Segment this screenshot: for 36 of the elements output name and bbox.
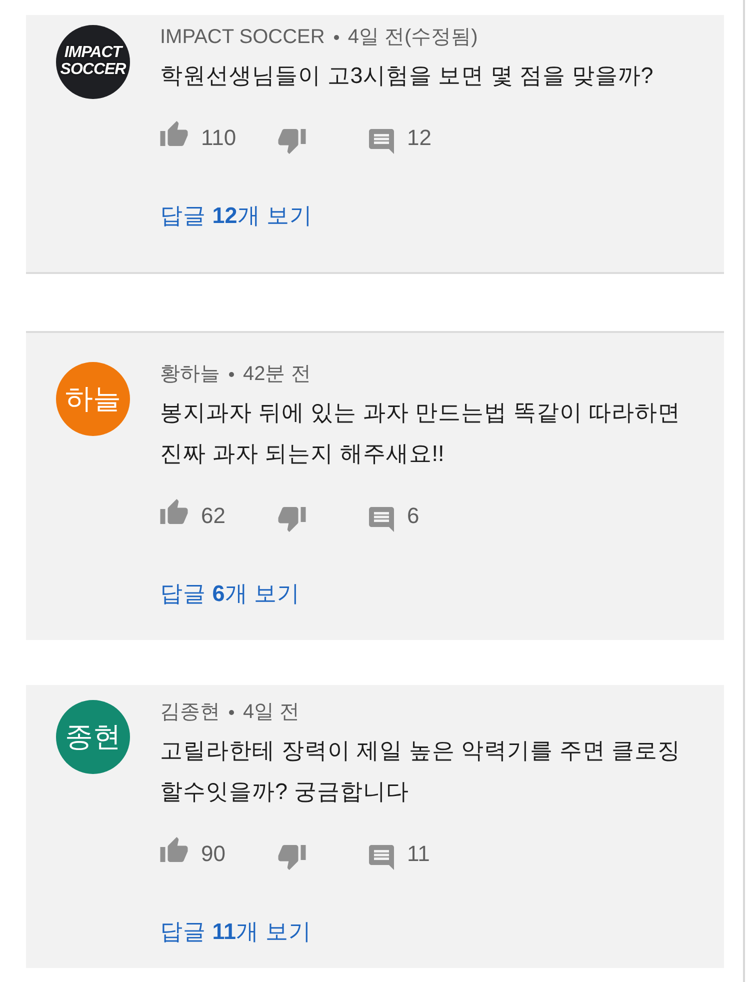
reply-button[interactable]: 11 — [369, 837, 430, 870]
bullet-icon — [229, 710, 234, 714]
comment-icon — [369, 844, 394, 870]
comment-text: 학원선생님들이 고3시험을 보면 몇 점을 맞을까? — [160, 62, 654, 90]
comment-time: 4일 전 — [243, 700, 300, 724]
thumbs-up-icon — [160, 837, 188, 862]
comment-icon — [369, 506, 394, 532]
reply-button[interactable]: 12 — [369, 121, 432, 154]
thumbs-down-icon — [278, 129, 306, 154]
reply-button[interactable]: 6 — [369, 499, 420, 532]
comment-icon — [369, 128, 394, 154]
like-button[interactable]: 110 — [160, 121, 236, 154]
dislike-button[interactable] — [278, 129, 306, 154]
dislike-button[interactable] — [278, 845, 306, 870]
thumbs-up-icon — [160, 121, 188, 146]
author-name: 김종현 — [160, 700, 220, 724]
author-name: IMPACT SOCCER — [160, 25, 325, 49]
bullet-icon — [334, 34, 339, 40]
thumbs-up-icon — [160, 499, 188, 524]
view-replies-link[interactable]: 답글 12개 보기 — [160, 201, 313, 231]
avatar: 하늘 — [56, 362, 130, 436]
view-replies-link[interactable]: 답글 6개 보기 — [160, 579, 300, 609]
comment-time: 42분 전 — [243, 362, 311, 386]
dislike-button[interactable] — [278, 507, 306, 532]
view-replies-link[interactable]: 답글 11개 보기 — [160, 917, 312, 947]
comment-text: 봉지과자 뒤에 있는 과자 만드는법 똑같이 따라하면 진짜 과자 되는지 해주새요!! — [160, 399, 681, 468]
thumbs-down-icon — [278, 507, 306, 532]
thumbs-down-icon — [278, 845, 306, 870]
author-name: 황하늘 — [160, 362, 220, 386]
comment-text: 고릴라한테 장력이 제일 높은 악력기를 주면 클로징 할수잇을까? 궁금합니다 — [160, 737, 681, 806]
comment-time: 4일 전(수정됨) — [348, 25, 478, 49]
like-button[interactable]: 62 — [160, 499, 226, 532]
channel-logo: IMPACT SOCCER — [56, 25, 130, 99]
avatar: 종현 — [56, 700, 130, 774]
bullet-icon — [229, 372, 234, 376]
like-button[interactable]: 90 — [160, 837, 226, 870]
